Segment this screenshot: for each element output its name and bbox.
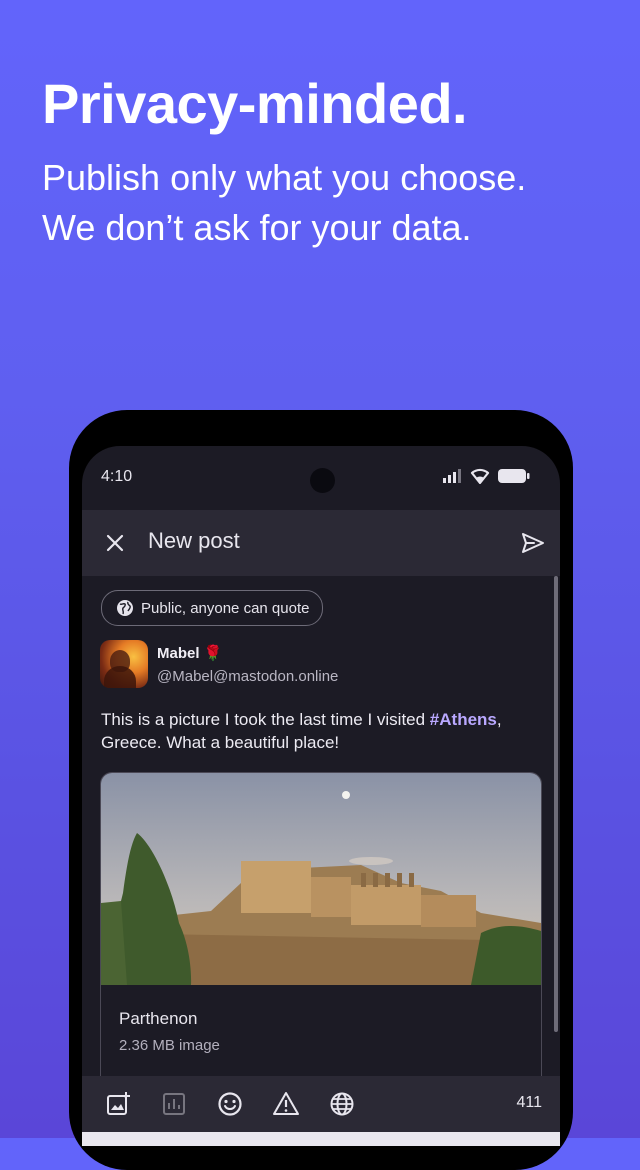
- attachment-size: 2.36 MB image: [119, 1037, 220, 1054]
- visibility-label: Public, anyone can quote: [141, 599, 310, 617]
- compose-top-bar: New post: [82, 510, 560, 576]
- visibility-selector[interactable]: Public, anyone can quote: [101, 590, 324, 626]
- wifi-icon: [470, 468, 490, 484]
- author-handle: @Mabel@mastodon.online: [157, 668, 339, 685]
- send-icon[interactable]: [520, 530, 546, 556]
- character-counter: 411: [516, 1094, 542, 1111]
- battery-icon: [498, 469, 530, 483]
- page-title: New post: [148, 528, 240, 553]
- system-icons: [442, 468, 530, 484]
- headline: Privacy-minded.: [42, 72, 468, 135]
- author-emoji: 🌹: [203, 645, 223, 662]
- poll-icon[interactable]: [160, 1090, 188, 1118]
- front-camera: [310, 468, 335, 493]
- attachment-title: Parthenon: [119, 1009, 198, 1028]
- compose-toolbar: 411: [82, 1076, 560, 1132]
- globe-icon: [117, 600, 133, 616]
- emoji-icon[interactable]: [216, 1090, 244, 1118]
- post-text-start: This is a picture I took the last time I…: [101, 710, 430, 729]
- phone-screen: 4:10 New post Public, anyone can quote M…: [82, 446, 560, 1146]
- status-bar: 4:10: [82, 446, 560, 510]
- language-globe-icon[interactable]: [328, 1090, 356, 1118]
- close-icon[interactable]: [102, 530, 128, 556]
- scrollbar[interactable]: [554, 576, 558, 1032]
- keyboard-edge: [82, 1132, 560, 1146]
- compose-content: Public, anyone can quote Mabel 🌹 @Mabel@…: [82, 576, 560, 1114]
- add-media-icon[interactable]: [104, 1090, 132, 1118]
- status-time: 4:10: [101, 468, 133, 485]
- author-name-text: Mabel: [157, 644, 200, 662]
- attachment-image: [101, 773, 541, 985]
- content-warning-icon[interactable]: [272, 1090, 300, 1118]
- media-attachment[interactable]: Parthenon 2.36 MB image: [100, 772, 542, 1114]
- subheadline: Publish only what you choose. We don’t a…: [42, 153, 526, 253]
- avatar: [100, 640, 148, 688]
- hashtag-link[interactable]: #Athens: [430, 710, 497, 729]
- author-name: Mabel 🌹: [157, 644, 223, 663]
- signal-icon: [443, 469, 461, 483]
- post-text-input[interactable]: This is a picture I took the last time I…: [101, 708, 546, 754]
- subheadline-line-2: We don’t ask for your data.: [42, 207, 472, 248]
- subheadline-line-1: Publish only what you choose.: [42, 157, 527, 198]
